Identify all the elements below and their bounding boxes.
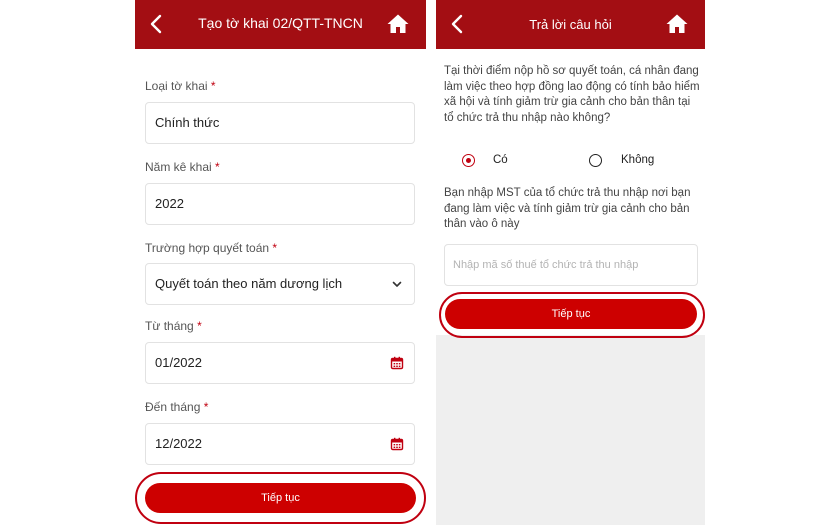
declaration-type-field[interactable]: Chính thức xyxy=(145,102,415,144)
from-month-label: Từ tháng * xyxy=(145,319,202,333)
declaration-year-field[interactable]: 2022 xyxy=(145,183,415,225)
page-title: Trả lời câu hỏi xyxy=(529,17,612,32)
home-icon[interactable] xyxy=(665,12,689,36)
to-month-field[interactable]: 12/2022 xyxy=(145,423,415,465)
back-arrow-icon[interactable] xyxy=(446,12,470,36)
question-answer-screen: Trả lời câu hỏi Tại thời điểm nộp hồ sơ … xyxy=(436,0,705,525)
continue-button[interactable]: Tiếp tục xyxy=(145,483,416,513)
declaration-year-label: Năm kê khai * xyxy=(145,160,220,174)
radio-yes-label[interactable]: Có xyxy=(493,154,508,166)
declaration-form-screen: Tạo tờ khai 02/QTT-TNCN Loại tờ khai * C… xyxy=(135,0,426,525)
continue-button[interactable]: Tiếp tục xyxy=(445,299,697,329)
to-month-value: 12/2022 xyxy=(155,436,202,451)
settlement-case-select[interactable]: Quyết toán theo năm dương lịch xyxy=(145,263,415,305)
left-header: Tạo tờ khai 02/QTT-TNCN xyxy=(135,0,426,49)
page-title: Tạo tờ khai 02/QTT-TNCN xyxy=(198,15,363,31)
mst-input[interactable] xyxy=(444,244,698,286)
back-arrow-icon[interactable] xyxy=(145,12,169,36)
settlement-case-value: Quyết toán theo năm dương lịch xyxy=(155,276,343,291)
radio-no-label[interactable]: Không xyxy=(621,154,654,166)
calendar-icon[interactable] xyxy=(390,437,404,451)
question-insurance-text: Tại thời điểm nộp hồ sơ quyết toán, cá n… xyxy=(444,65,700,124)
question-mst-text: Bạn nhập MST của tổ chức trả thu nhập nơ… xyxy=(444,187,691,230)
declaration-type-value: Chính thức xyxy=(155,115,220,130)
home-icon[interactable] xyxy=(386,12,410,36)
settlement-case-label: Trường hợp quyết toán * xyxy=(145,241,278,255)
radio-no[interactable] xyxy=(589,154,602,167)
declaration-type-label: Loại tờ khai * xyxy=(145,79,216,93)
from-month-field[interactable]: 01/2022 xyxy=(145,342,415,384)
radio-yes[interactable] xyxy=(462,154,475,167)
to-month-label: Đến tháng * xyxy=(145,400,209,414)
declaration-year-value: 2022 xyxy=(155,196,184,211)
from-month-value: 01/2022 xyxy=(155,355,202,370)
chevron-down-icon xyxy=(392,281,402,287)
calendar-icon[interactable] xyxy=(390,356,404,370)
right-header: Trả lời câu hỏi xyxy=(436,0,705,49)
